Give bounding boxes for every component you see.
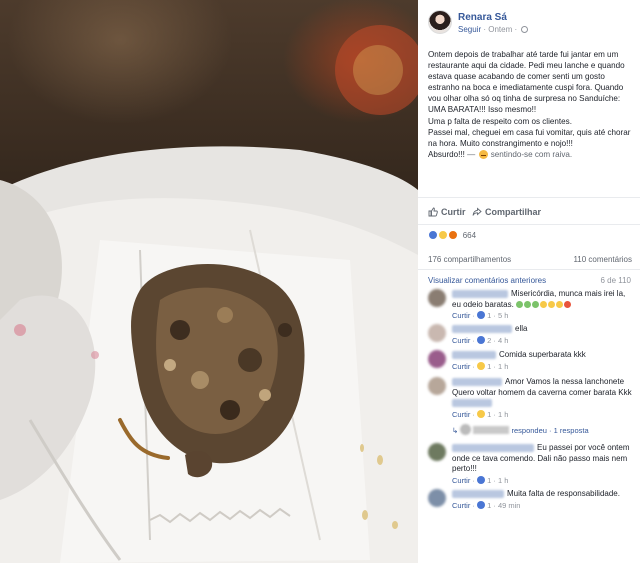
nauseated-face-icon bbox=[524, 300, 532, 308]
comment-reaction-count: 1 bbox=[487, 475, 492, 485]
like-button[interactable]: Curtir bbox=[428, 207, 466, 217]
comment-reaction-count: 1 bbox=[487, 361, 492, 371]
commenter-avatar[interactable] bbox=[428, 377, 446, 395]
face-icon bbox=[556, 300, 564, 308]
comment-like-link[interactable]: Curtir bbox=[452, 362, 470, 371]
replier-name bbox=[473, 426, 510, 434]
share-button-label: Compartilhar bbox=[485, 207, 542, 217]
post-stats: 176 compartilhamentos 110 comentários bbox=[418, 250, 640, 270]
nauseated-face-icon bbox=[532, 300, 540, 308]
reaction-count: 664 bbox=[462, 230, 477, 240]
comment-like-link[interactable]: Curtir bbox=[452, 336, 470, 345]
face-icon bbox=[540, 300, 548, 308]
author-name[interactable]: Renara Sá bbox=[458, 12, 507, 23]
commenter-name[interactable] bbox=[452, 443, 534, 452]
nauseated-face-icon bbox=[516, 300, 524, 308]
like-icon bbox=[477, 311, 486, 319]
author-avatar[interactable] bbox=[428, 10, 452, 34]
comment-like-link[interactable]: Curtir bbox=[452, 501, 470, 510]
post-time[interactable]: Ontem bbox=[488, 25, 512, 34]
reactions-summary[interactable]: 664 bbox=[428, 230, 476, 244]
comment-footer: Curtir · 1 · 1 h bbox=[452, 475, 509, 485]
comment-like-link[interactable]: Curtir bbox=[452, 476, 470, 485]
tagged-name[interactable] bbox=[452, 398, 492, 407]
photo-illustration bbox=[0, 25, 418, 563]
like-icon bbox=[477, 335, 486, 344]
post-photo[interactable] bbox=[0, 0, 418, 563]
face-icon bbox=[548, 300, 556, 308]
comment-like-link[interactable]: Curtir bbox=[452, 311, 470, 320]
thumbs-up-icon bbox=[428, 207, 438, 217]
post-paragraph: Passei mal, cheguei em casa fui vomitar,… bbox=[428, 127, 631, 148]
comment-text: Muita falta de responsabilidade. bbox=[507, 489, 620, 498]
like-icon bbox=[428, 230, 438, 240]
commenter-avatar[interactable] bbox=[428, 324, 446, 342]
post-actions: Curtir Compartilhar bbox=[418, 197, 640, 225]
commenter-name[interactable] bbox=[452, 377, 502, 386]
comment-time[interactable]: 1 h bbox=[498, 410, 508, 419]
comment-footer: Curtir · 1 · 1 h bbox=[452, 409, 509, 419]
comment-count[interactable]: 110 comentários bbox=[573, 255, 632, 264]
commenter-avatar[interactable] bbox=[428, 350, 446, 368]
comment-footer: Curtir · 2 · 4 h bbox=[452, 335, 509, 345]
comment-reaction-count: 1 bbox=[487, 409, 492, 419]
post-meta: Seguir · Ontem · bbox=[458, 25, 529, 34]
wow-icon bbox=[438, 230, 449, 240]
share-icon bbox=[472, 207, 482, 216]
comments-header: Visualizar comentários anteriores 6 de 1… bbox=[428, 276, 633, 288]
commenter-avatar[interactable] bbox=[428, 289, 446, 307]
feeling-line: Absurdo!!! — sentindo-se com raiva. bbox=[428, 149, 635, 160]
commenter-name[interactable] bbox=[452, 350, 496, 359]
share-count[interactable]: 176 compartilhamentos bbox=[428, 255, 511, 264]
comment-time[interactable]: 49 min bbox=[498, 501, 521, 510]
post-paragraph: Ontem depois de trabalhar até tarde fui … bbox=[428, 50, 625, 115]
comment-text: Comida superbarata kkk bbox=[499, 350, 586, 359]
follow-link[interactable]: Seguir bbox=[458, 25, 481, 34]
comment-text: ella bbox=[515, 324, 528, 333]
commenter-name[interactable] bbox=[452, 489, 504, 498]
reply-arrow-icon: ↳ bbox=[452, 426, 459, 435]
post-text: Ontem depois de trabalhar até tarde fui … bbox=[428, 49, 635, 160]
feeling-text: sentindo-se com raiva. bbox=[490, 149, 573, 159]
commenter-avatar[interactable] bbox=[428, 489, 446, 507]
commenter-name[interactable] bbox=[452, 289, 508, 298]
angry-icon bbox=[448, 230, 459, 240]
haha-icon bbox=[477, 361, 486, 370]
like-icon bbox=[477, 500, 486, 509]
reply-count: 1 resposta bbox=[553, 426, 589, 435]
comment-time[interactable]: 4 h bbox=[498, 336, 508, 345]
comment-reaction-count: 1 bbox=[487, 311, 492, 320]
haha-icon bbox=[477, 409, 486, 418]
comment-time[interactable]: 5 h bbox=[498, 311, 508, 320]
comment-like-link[interactable]: Curtir bbox=[452, 410, 470, 419]
reply-indicator[interactable]: ↳ respondeu · 1 resposta bbox=[452, 424, 632, 435]
comment-time[interactable]: 1 h bbox=[498, 476, 508, 485]
like-button-label: Curtir bbox=[441, 207, 466, 217]
like-icon bbox=[477, 475, 486, 484]
angry-face-icon bbox=[564, 300, 572, 308]
feeling-dash: — bbox=[467, 149, 478, 159]
angry-face-icon bbox=[478, 149, 488, 159]
comment-footer: Curtir · 1 · 1 h bbox=[452, 361, 509, 371]
commenter-avatar[interactable] bbox=[428, 443, 446, 461]
post-panel: Renara Sá Seguir · Ontem · Ontem depois … bbox=[418, 0, 640, 563]
post-header: Renara Sá Seguir · Ontem · bbox=[428, 10, 633, 40]
post-paragraph: Uma p falta de respeito com os clientes. bbox=[428, 116, 572, 126]
meta-separator-2: · bbox=[514, 25, 520, 34]
comments-page-count: 6 de 110 bbox=[600, 276, 631, 285]
comment-reaction-count: 1 bbox=[487, 500, 492, 510]
replier-avatar bbox=[460, 424, 472, 435]
comment-footer: Curtir · 1 · 49 min bbox=[452, 500, 521, 510]
globe-icon bbox=[521, 26, 529, 33]
commenter-name[interactable] bbox=[452, 324, 512, 333]
final-word: Absurdo!!! bbox=[428, 149, 465, 159]
view-previous-comments-link[interactable]: Visualizar comentários anteriores bbox=[428, 276, 546, 285]
reply-verb: respondeu bbox=[511, 426, 547, 435]
share-button[interactable]: Compartilhar bbox=[472, 207, 541, 217]
comment-reaction-count: 2 bbox=[487, 335, 492, 345]
comment-footer: Curtir · 1 · 5 h bbox=[452, 311, 509, 320]
comment-time[interactable]: 1 h bbox=[498, 362, 508, 371]
